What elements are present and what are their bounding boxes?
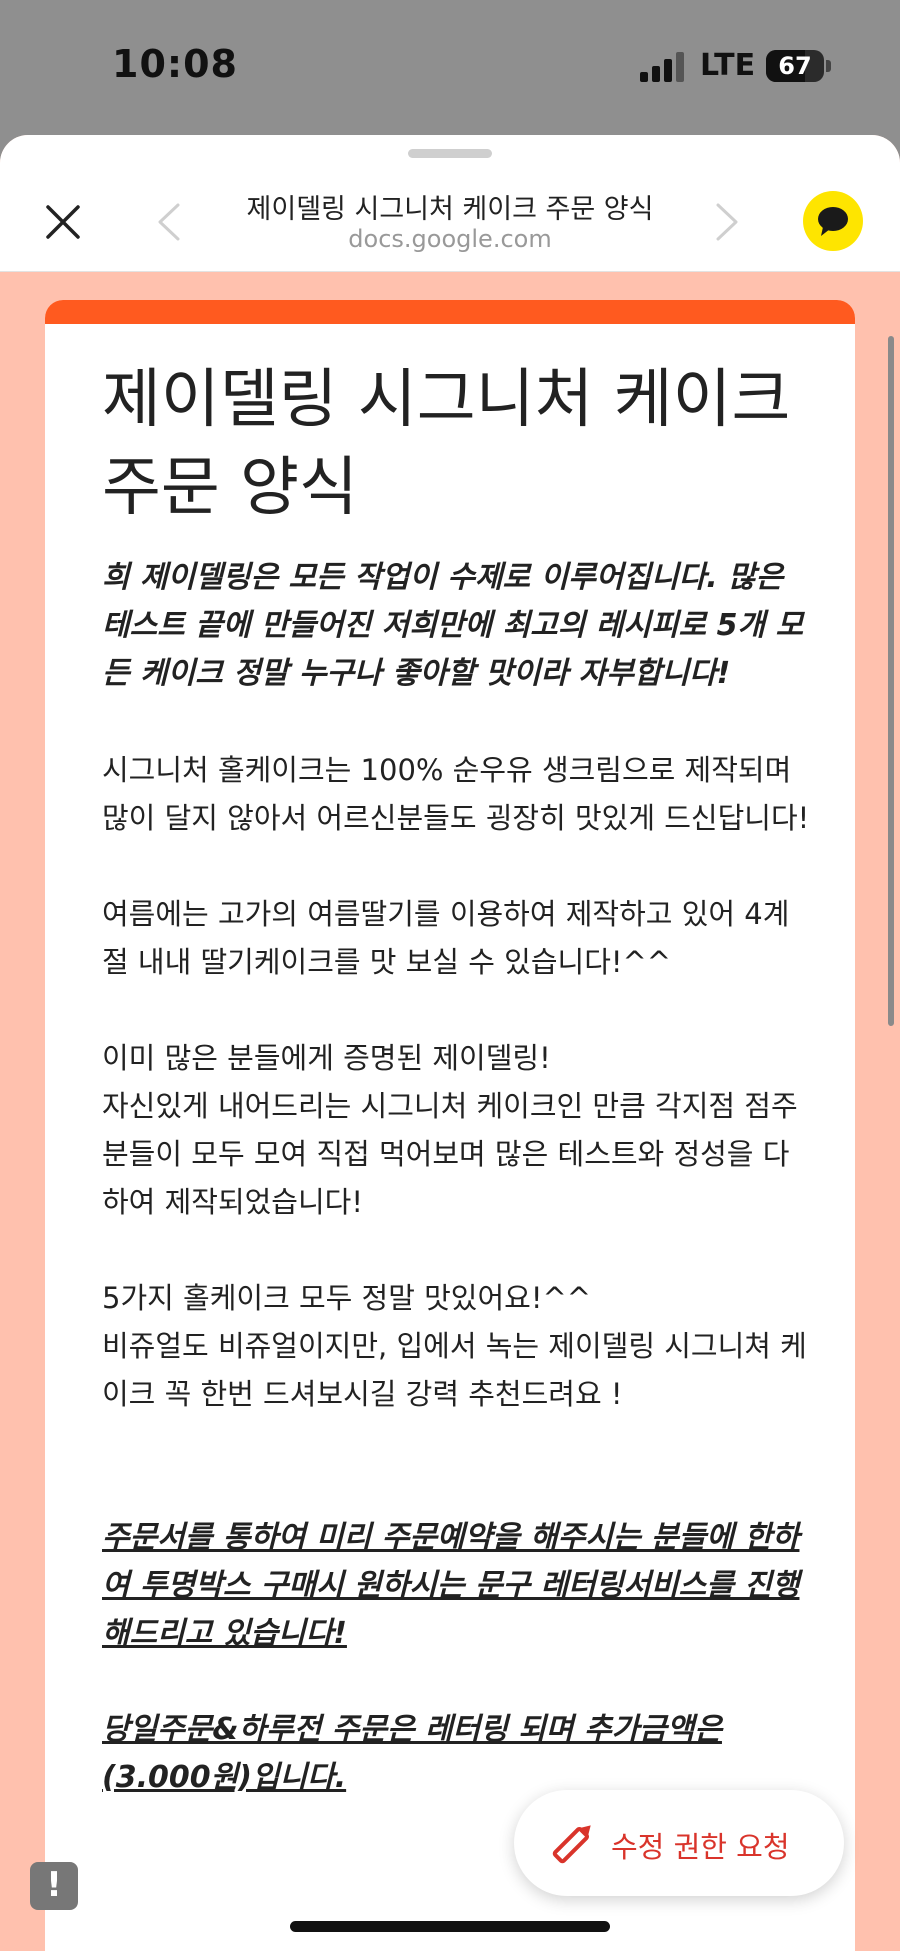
paragraph-line: 자신있게 내어드리는 시그니처 케이크인 만큼 각지점 점주분들이 모두 모여 … [102, 1089, 798, 1219]
home-indicator[interactable] [290, 1921, 610, 1932]
kakao-talk-button[interactable] [803, 191, 863, 251]
report-button[interactable]: ! [30, 1862, 78, 1910]
network-type: LTE [700, 48, 756, 83]
form-intro: 희 제이델링은 모든 작업이 수제로 이루어집니다. 많은 테스트 끝에 만들어… [102, 560, 804, 691]
form-card: 제이델링 시그니처 케이크 주문 양식 희 제이델링은 모든 작업이 수제로 이… [45, 300, 855, 1951]
lettering-notice: 주문서를 통하여 미리 주문예약을 해주시는 분들에 한하여 투명박스 구매시 … [102, 1520, 800, 1651]
surcharge-notice: 당일주문&하루전 주문은 레터링 되며 추가금액은 (3.000원)입니다. [102, 1712, 722, 1795]
chevron-right-icon [716, 203, 738, 241]
paragraph-line: 비쥬얼도 비쥬얼이지만, 입에서 녹는 제이델링 시그니쳐 케이크 꼭 한번 드… [102, 1329, 807, 1411]
kakao-talk-icon [818, 207, 848, 236]
form-paragraph: 여름에는 고가의 여름딸기를 이용하여 제작하고 있어 4계절 내내 딸기케이크… [102, 897, 790, 979]
browser-header: 제이델링 시그니처 케이크 주문 양식 docs.google.com [0, 135, 900, 272]
paragraph-line: 5가지 홀케이크 모두 정말 맛있어요!^^ [102, 1281, 592, 1315]
page-url: docs.google.com [348, 225, 552, 253]
pencil-icon [552, 1825, 591, 1864]
scrollbar[interactable] [888, 336, 894, 1026]
chevron-left-icon [158, 203, 180, 241]
status-time: 10:08 [112, 42, 238, 86]
battery-nub [826, 60, 831, 72]
request-edit-access-label: 수정 권한 요청 [611, 1830, 790, 1864]
status-bar: 10:08 LTE 67 [0, 0, 900, 135]
page-title: 제이델링 시그니처 케이크 주문 양식 [246, 194, 654, 225]
sheet-grabber[interactable] [408, 149, 492, 158]
close-button[interactable] [38, 197, 88, 247]
forward-button[interactable] [706, 197, 746, 247]
browser-sheet: 제이델링 시그니처 케이크 주문 양식 docs.google.com 제이델링… [0, 135, 900, 1951]
battery-level: 67 [778, 52, 812, 80]
paragraph-line: 이미 많은 분들에게 증명된 제이델링! [102, 1041, 551, 1075]
request-edit-access-button[interactable]: 수정 권한 요청 [514, 1790, 844, 1896]
back-button[interactable] [150, 197, 190, 247]
form-content: 제이델링 시그니처 케이크 주문 양식 희 제이델링은 모든 작업이 수제로 이… [102, 356, 812, 1802]
form-paragraph: 시그니처 홀케이크는 100% 순우유 생크림으로 제작되며 많이 달지 않아서… [102, 753, 810, 835]
report-icon: ! [46, 1865, 62, 1905]
form-paragraph: 이미 많은 분들에게 증명된 제이델링! 자신있게 내어드리는 시그니처 케이크… [102, 1034, 812, 1226]
battery-icon: 67 [766, 50, 824, 82]
form-title: 제이델링 시그니처 케이크 주문 양식 [102, 363, 791, 525]
cellular-signal-icon [640, 52, 686, 82]
close-icon [46, 205, 80, 239]
form-paragraph: 5가지 홀케이크 모두 정말 맛있어요!^^ 비쥬얼도 비쥬얼이지만, 입에서 … [102, 1274, 812, 1418]
form-accent-bar [45, 300, 855, 324]
